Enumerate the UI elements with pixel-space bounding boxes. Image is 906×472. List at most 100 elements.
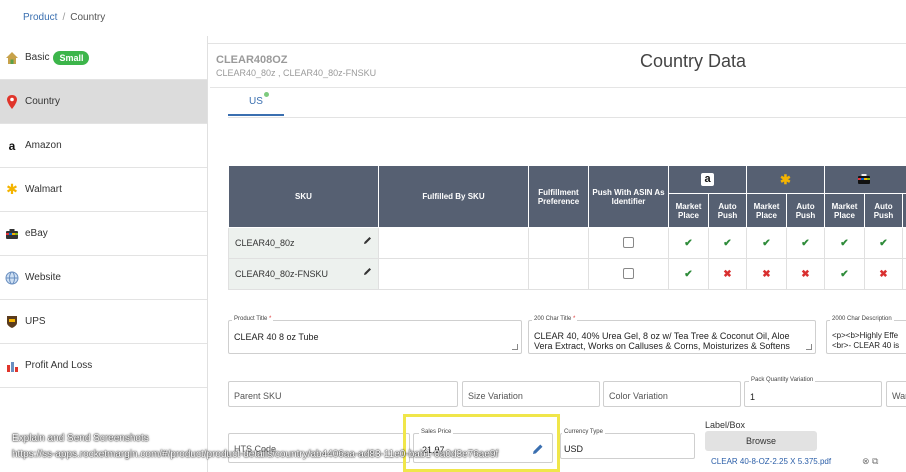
- status-mark: ✔: [746, 227, 787, 259]
- edit-pencil-icon[interactable]: [363, 236, 372, 247]
- parent-sku-input[interactable]: Parent SKU: [228, 381, 458, 407]
- currency-select[interactable]: USD: [560, 433, 695, 459]
- cross-icon: ✖: [879, 268, 888, 280]
- status-mark: ✖: [708, 258, 747, 290]
- check-icon: ✔: [762, 237, 771, 249]
- ebay-icon: [4, 226, 20, 242]
- size-variation-input[interactable]: Size Variation: [462, 381, 600, 407]
- sidebar-item-label: Country: [25, 96, 61, 107]
- status-mark: ✔: [668, 227, 709, 259]
- status-mark: ✔: [824, 258, 865, 290]
- col-header-market-place: Market Place: [746, 193, 787, 228]
- tab-status-dot: [264, 92, 269, 97]
- status-mark: ✖: [786, 258, 825, 290]
- breadcrumb-separator: /: [62, 12, 66, 23]
- status-mark: ✔: [708, 227, 747, 259]
- fulfillment-pref-cell[interactable]: [528, 227, 589, 259]
- col-header-auto-push: Auto Push: [786, 193, 825, 228]
- char2000-desc-label: 2000 Char Description: [830, 316, 894, 322]
- sidebar-item-ebay[interactable]: eBay: [0, 212, 207, 256]
- ebay-channel-icon: [823, 165, 906, 194]
- status-mark: ✖: [746, 258, 787, 290]
- highlight-box: [403, 414, 560, 472]
- breadcrumb-product-link[interactable]: Product: [23, 12, 57, 23]
- char2000-desc-field[interactable]: <p><b>Highly Effe <br>- CLEAR 40 is: [826, 320, 906, 354]
- browse-button[interactable]: Browse: [705, 431, 817, 451]
- fulfilled-by-cell[interactable]: [378, 258, 529, 290]
- push-asin-checkbox[interactable]: [623, 236, 634, 248]
- sidebar-item-label: Profit And Loss: [25, 360, 93, 371]
- size-variation-placeholder: Size Variation: [468, 391, 523, 401]
- sidebar-item-amazon[interactable]: a Amazon: [0, 124, 207, 168]
- check-icon: ✔: [879, 237, 888, 249]
- sidebar-item-walmart[interactable]: ✱ Walmart: [0, 168, 207, 212]
- check-icon: ✔: [840, 237, 849, 249]
- breadcrumb: Product / Country: [23, 12, 105, 23]
- sidebar-item-profit-and-loss[interactable]: Profit And Loss: [0, 344, 207, 388]
- cross-icon: ✖: [762, 268, 771, 280]
- sku-aliases: CLEAR40_80z , CLEAR40_80z-FNSKU: [216, 68, 377, 78]
- status-mark: ✔: [864, 227, 903, 259]
- product-title-field[interactable]: CLEAR 40 8 oz Tube: [228, 320, 522, 354]
- pack-quantity-label: Pack Quantity Variation: [749, 377, 816, 383]
- amazon-channel-icon: a: [668, 165, 747, 194]
- check-icon: ✔: [684, 268, 693, 280]
- color-variation-input[interactable]: Color Variation: [603, 381, 741, 407]
- sku-cell: CLEAR40_80z-FNSKU: [228, 258, 379, 290]
- table-row: CLEAR40_80z-FNSKU ✔ ✖ ✖ ✖ ✔ ✖: [228, 258, 906, 290]
- col-header-market-place: Market Place: [668, 193, 709, 228]
- sidebar-item-label: Amazon: [25, 140, 62, 151]
- char2000-desc-value: <p><b>Highly Effe <br>- CLEAR 40 is: [832, 331, 900, 350]
- walmart-channel-icon: ✱: [746, 165, 825, 194]
- warehouse-placeholder: War: [892, 391, 906, 401]
- resize-handle-icon[interactable]: [806, 344, 812, 350]
- status-mark: ✔: [824, 227, 865, 259]
- fulfillment-pref-cell[interactable]: [528, 258, 589, 290]
- char200-title-field[interactable]: CLEAR 40, 40% Urea Gel, 8 oz w/ Tea Tree…: [528, 320, 816, 354]
- sidebar-item-website[interactable]: Website: [0, 256, 207, 300]
- char200-title-value: CLEAR 40, 40% Urea Gel, 8 oz w/ Tea Tree…: [534, 331, 790, 351]
- status-mark: ✖: [864, 258, 903, 290]
- pack-quantity-value: 1: [750, 392, 756, 402]
- house-icon: [4, 50, 20, 66]
- sidebar-item-label: UPS: [25, 316, 46, 327]
- check-icon: ✔: [723, 237, 732, 249]
- amazon-icon: a: [8, 138, 16, 153]
- sidebar-item-country[interactable]: Country: [0, 80, 207, 124]
- check-icon: ✔: [840, 268, 849, 280]
- overlay-url: https://ss-apps.rocketmargin.com/#/produ…: [12, 449, 499, 460]
- tab-us[interactable]: US: [228, 90, 284, 116]
- sidebar-item-ups[interactable]: UPS: [0, 300, 207, 344]
- status-mark: ✔: [786, 227, 825, 259]
- sidebar-item-basic[interactable]: Basic Small: [0, 36, 207, 80]
- col-header-extra: [901, 193, 906, 228]
- product-title-label: Product Title *: [232, 316, 274, 322]
- col-header-auto-push: Auto Push: [708, 193, 747, 228]
- label-box-label: Label/Box: [705, 420, 746, 430]
- push-asin-checkbox[interactable]: [623, 267, 634, 279]
- header-divider: [210, 87, 906, 88]
- size-badge: Small: [53, 50, 90, 65]
- currency-value: USD: [564, 444, 584, 454]
- push-asin-cell: [588, 227, 669, 259]
- edit-pencil-icon[interactable]: [363, 267, 372, 278]
- parent-sku-placeholder: Parent SKU: [234, 391, 282, 401]
- label-file-link[interactable]: CLEAR 40-8-OZ-2.25 X 5.375.pdf: [711, 457, 831, 466]
- pack-quantity-input[interactable]: 1: [744, 381, 882, 407]
- col-header-auto-push: Auto Push: [864, 193, 903, 228]
- check-icon: ✔: [684, 237, 693, 249]
- char200-title-label: 200 Char Title *: [532, 316, 578, 322]
- ups-icon: [4, 314, 20, 330]
- sku-value: CLEAR40_80z-FNSKU: [235, 269, 329, 279]
- col-header-push-asin: Push With ASIN As Identifier: [588, 165, 669, 228]
- remove-file-icon[interactable]: ⊗: [862, 456, 870, 467]
- table-row: CLEAR40_80z ✔ ✔ ✔ ✔ ✔ ✔: [228, 227, 906, 259]
- cross-icon: ✖: [801, 268, 810, 280]
- map-pin-icon: [4, 94, 20, 110]
- col-header-market-place: Market Place: [824, 193, 865, 228]
- warehouse-input[interactable]: War: [886, 381, 906, 407]
- copy-file-icon[interactable]: ⧉: [872, 456, 878, 467]
- check-icon: ✔: [801, 237, 810, 249]
- resize-handle-icon[interactable]: [512, 344, 518, 350]
- fulfilled-by-cell[interactable]: [378, 227, 529, 259]
